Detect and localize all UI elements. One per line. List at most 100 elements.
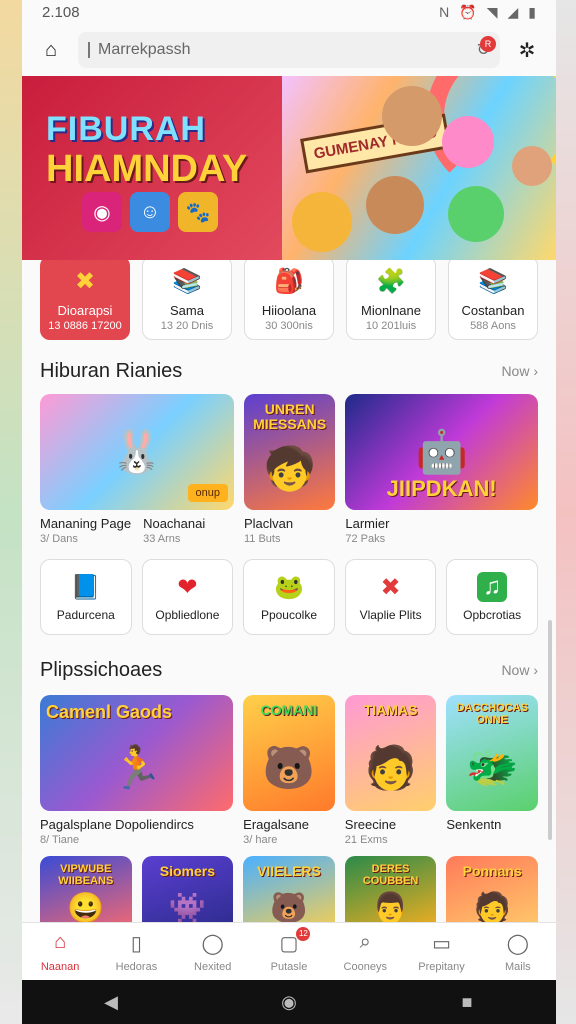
app-shortcut[interactable]: 📘 Padurcena	[40, 559, 132, 635]
search-icon: ⌕	[359, 930, 371, 953]
hero-title-line2: HIAMNDAY	[46, 148, 248, 190]
game-subtitle: 33 Arns	[143, 533, 181, 545]
game-card[interactable]: COMANI 🐻 Eragalsane 3/ hare	[243, 695, 335, 846]
cover-text: DERES COUBBEN	[362, 863, 419, 887]
alarm-icon: ⏰	[459, 3, 477, 20]
app-shortcut[interactable]: ✖ Vlaplie Plits	[344, 559, 437, 635]
character-side-icon	[512, 146, 552, 186]
nav-label: Cooneys	[343, 960, 387, 973]
frog-icon: 🐸	[274, 573, 304, 601]
category-row: ✖ Dioarapsi 13 0886 17200 📚 Sama 13 20 D…	[22, 256, 556, 340]
search-input[interactable]: Marrekpassh	[98, 41, 190, 59]
runner-icon: 🏃	[110, 743, 163, 791]
smiley-icon: 😀	[67, 891, 105, 925]
category-name: Hiioolana	[261, 302, 317, 318]
category-icon: 📚	[478, 268, 508, 295]
back-icon[interactable]: ◀	[81, 992, 141, 1013]
status-bar: 2.108 N ⏰ ◥ ◢ ▮	[22, 0, 556, 24]
status-time: 2.108	[42, 3, 80, 21]
wifi-icon: ◥	[486, 3, 498, 20]
nav-item-profile[interactable]: ◯ Nexited	[178, 931, 248, 973]
hero-title-line1: FIBURAH	[46, 110, 206, 148]
nav-item-library[interactable]: ▭ Prepitany	[407, 931, 477, 973]
game-card[interactable]: 🤖 JIIPDKAN! Larmier 72 Paks	[345, 394, 538, 545]
section-more-link[interactable]: Now ›	[501, 662, 538, 678]
game-subtitle: 21 Exms	[344, 834, 388, 846]
section-header: Hiburan Rianies Now ›	[22, 356, 556, 386]
game-card[interactable]: UNREN MIESSANS 🧒 Placlvan 11 Buts	[244, 394, 336, 545]
featured-cards: 🐰 onup Mananing Page 3/ Dans Noachanai 3…	[22, 394, 556, 545]
category-item[interactable]: 🧩 Mionlnane 10 201luis	[346, 256, 436, 340]
target-icon: ◉	[82, 192, 122, 232]
books-icon: 📘	[70, 573, 101, 601]
game-cards-row: Camenl Gaods 🏃 Pagalsplane Dopoliendircs…	[22, 695, 556, 846]
cover-text: DACCHOCAS ONNE	[456, 702, 528, 726]
nav-label: Putasle	[270, 960, 308, 973]
nav-label: Mails	[504, 960, 531, 973]
nav-label: Prepitany	[418, 960, 465, 973]
nfc-icon: N	[439, 3, 450, 20]
category-icon: 🎒	[274, 268, 304, 295]
extension-icon[interactable]: ✲	[512, 35, 542, 65]
monster-icon: 👾	[168, 891, 207, 925]
hero-banner[interactable]: FIBURAH HIAMNDAY ◉ ☺ 🐾 GUMENAY NOMD	[22, 76, 556, 260]
cover-text: TIAMAS	[363, 702, 418, 718]
nav-label: Nexited	[194, 960, 232, 973]
game-card[interactable]: 🐰 onup Mananing Page 3/ Dans Noachanai 3…	[40, 394, 234, 545]
section-more-link[interactable]: Now ›	[501, 363, 538, 379]
app-shortcut[interactable]: 🐸 Ppoucolke	[243, 559, 335, 635]
bottom-navigation: ⌂ Naanan ▯ Hedoras ◯ Nexited ▢ 12 Putasl…	[22, 922, 556, 980]
category-name: Costanban	[461, 302, 525, 318]
scrollbar[interactable]	[548, 620, 552, 840]
bear-icon: 🐻	[270, 891, 308, 925]
bunny-icon: 🐰	[110, 427, 164, 475]
recents-icon[interactable]: ■	[437, 992, 497, 1013]
signal-icon: ◢	[507, 3, 519, 20]
cover-text: COMANI	[260, 702, 318, 718]
nav-item-search[interactable]: ⌕ Cooneys	[330, 931, 400, 973]
section-header: Plipssichoaes Now ›	[22, 655, 556, 685]
game-thumbnail: DACCHOCAS ONNE 🐲	[446, 695, 538, 811]
character-icon: ☺	[130, 192, 170, 232]
category-item[interactable]: 📚 Costanban 588 Aons	[448, 256, 538, 340]
nav-item-updates[interactable]: ▢ 12 Putasle	[254, 926, 324, 973]
home-circle-icon[interactable]: ◉	[259, 992, 319, 1013]
robot-icon: 🤖	[415, 427, 468, 475]
game-title: Noachanai	[143, 516, 206, 531]
character-boy-icon	[366, 176, 424, 234]
game-thumbnail: UNREN MIESSANS 🧒	[244, 394, 336, 510]
game-card[interactable]: TIAMAS 🧑 Sreecine 21 Exms	[344, 695, 437, 846]
nav-label: Naanan	[40, 960, 80, 973]
nav-item-account[interactable]: ◯ Mails	[483, 931, 553, 973]
game-title: Senkentn	[446, 817, 502, 832]
game-title: Placlvan	[244, 516, 294, 531]
category-item[interactable]: ✖ Dioarapsi 13 0886 17200	[40, 256, 130, 340]
home-icon[interactable]: ⌂	[36, 35, 66, 65]
section-title: Hiburan Rianies	[40, 359, 183, 382]
category-item[interactable]: 📚 Sama 13 20 Dnis	[142, 256, 232, 340]
bear-icon: 🐻	[262, 743, 316, 791]
category-count: 13 0886 17200	[48, 319, 122, 332]
cover-text: JIIPDKAN!	[386, 475, 497, 501]
category-name: Dioarapsi	[57, 302, 113, 318]
game-card[interactable]: Camenl Gaods 🏃 Pagalsplane Dopoliendircs…	[40, 695, 234, 846]
app-shortcut[interactable]: ♫ Opbcrotias	[446, 559, 538, 635]
refresh-icon[interactable]: ↻R	[477, 36, 496, 60]
person-icon: 🧑	[364, 743, 417, 791]
background-right-edge	[556, 0, 576, 1024]
category-item[interactable]: 🎒 Hiioolana 30 300nis	[244, 256, 334, 340]
man-icon: 👨	[371, 891, 410, 925]
game-title: Pagalsplane Dopoliendircs	[40, 817, 194, 832]
game-card[interactable]: DACCHOCAS ONNE 🐲 Senkentn	[446, 695, 538, 846]
game-subtitle: 72 Paks	[345, 533, 386, 545]
game-title: Eragalsane	[243, 817, 309, 832]
notification-badge-icon: R	[480, 36, 496, 52]
nav-item-categories[interactable]: ▯ Hedoras	[101, 931, 171, 973]
category-count: 588 Aons	[470, 319, 516, 332]
app-shortcuts: 📘 Padurcena ❤ Opbliedlone 🐸 Ppoucolke ✖ …	[22, 559, 556, 635]
nav-item-home[interactable]: ⌂ Naanan	[25, 931, 95, 973]
app-shortcut[interactable]: ❤ Opbliedlone	[141, 559, 234, 635]
section-title: Plipssichoaes	[40, 658, 163, 681]
search-field[interactable]: Marrekpassh ↻R	[78, 32, 500, 68]
cover-text: Ponnans	[462, 863, 522, 879]
